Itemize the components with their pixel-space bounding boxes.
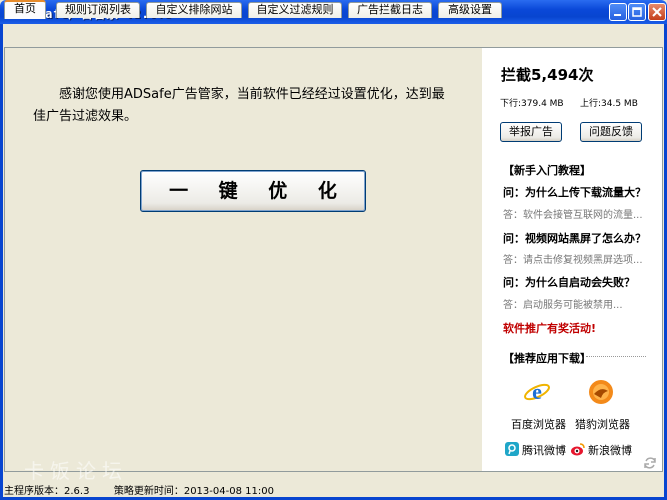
upload-traffic: 上行:34.5 MB	[580, 99, 638, 109]
version-text: 主程序版本：2.6.3	[4, 486, 90, 497]
download-traffic: 下行:379.4 MB	[500, 99, 564, 109]
intro-text: 感谢您使用ADSafe广告管家，当前软件已经经过设置优化，达到最佳广告过滤效果。	[33, 87, 445, 124]
refresh-icon[interactable]	[643, 456, 657, 470]
apps-title: 【推荐应用下载】	[503, 352, 591, 365]
close-icon	[652, 7, 662, 17]
tutorial-title: 【新手入门教程】	[503, 164, 591, 177]
feedback-button[interactable]: 问题反馈	[580, 122, 642, 142]
watermark: 卡饭论坛	[24, 459, 128, 483]
tab-label: 自定义排除网站	[155, 3, 233, 16]
baidu-browser-link[interactable]: 百度浏览器	[511, 416, 566, 432]
cheetah-icon[interactable]	[587, 378, 615, 406]
tab-label: 自定义过滤规则	[256, 3, 334, 16]
sina-weibo-icon[interactable]	[571, 442, 585, 456]
close-button[interactable]	[648, 3, 666, 21]
ie-icon[interactable]: e	[523, 378, 551, 406]
maximize-icon	[632, 7, 642, 17]
promo-link[interactable]: 软件推广有奖活动!	[503, 320, 596, 336]
cheetah-browser-link[interactable]: 猎豹浏览器	[575, 416, 630, 432]
tab-label: 规则订阅列表	[65, 3, 131, 16]
faq-question[interactable]: 问：为什么上传下载流量大？	[503, 184, 646, 200]
svg-text:e: e	[532, 379, 542, 404]
faq-question[interactable]: 问：为什么自启动会失败？	[503, 274, 635, 290]
faq-question[interactable]: 问：视频网站黑屏了怎么办？	[503, 230, 646, 246]
report-ad-button[interactable]: 举报广告	[500, 122, 562, 142]
maximize-button[interactable]	[628, 3, 646, 21]
tab-rule-subscriptions[interactable]: 规则订阅列表	[56, 2, 140, 18]
sina-weibo-link[interactable]: 新浪微博	[588, 442, 632, 458]
tab-label: 高级设置	[448, 3, 492, 16]
faq-answer[interactable]: 答：软件会接管互联网的流量...	[503, 206, 643, 221]
tab-advanced-settings[interactable]: 高级设置	[438, 2, 502, 18]
tencent-weibo-icon[interactable]	[505, 442, 519, 456]
tab-label: 首页	[14, 2, 36, 15]
minimize-button[interactable]	[609, 3, 627, 21]
one-click-optimize-button[interactable]: 一 键 优 化	[140, 170, 366, 212]
faq-answer[interactable]: 答：请点击修复视频黑屏选项...	[503, 251, 643, 266]
update-time-text: 策略更新时间：2013-04-08 11:00	[113, 486, 274, 497]
tencent-weibo-link[interactable]: 腾讯微博	[522, 442, 566, 458]
blocked-count: 拦截5,494次	[501, 66, 594, 84]
tab-ad-block-log[interactable]: 广告拦截日志	[348, 2, 432, 18]
minimize-icon	[614, 14, 621, 16]
tab-home[interactable]: 首页	[4, 0, 46, 19]
tab-custom-filters[interactable]: 自定义过滤规则	[248, 2, 342, 18]
tab-custom-exclusions[interactable]: 自定义排除网站	[146, 2, 242, 18]
tab-label: 广告拦截日志	[357, 3, 423, 16]
faq-answer[interactable]: 答：启动服务可能被禁用...	[503, 296, 623, 311]
divider	[586, 356, 646, 357]
status-bar: 主程序版本：2.6.3 策略更新时间：2013-04-08 11:00	[4, 482, 274, 497]
